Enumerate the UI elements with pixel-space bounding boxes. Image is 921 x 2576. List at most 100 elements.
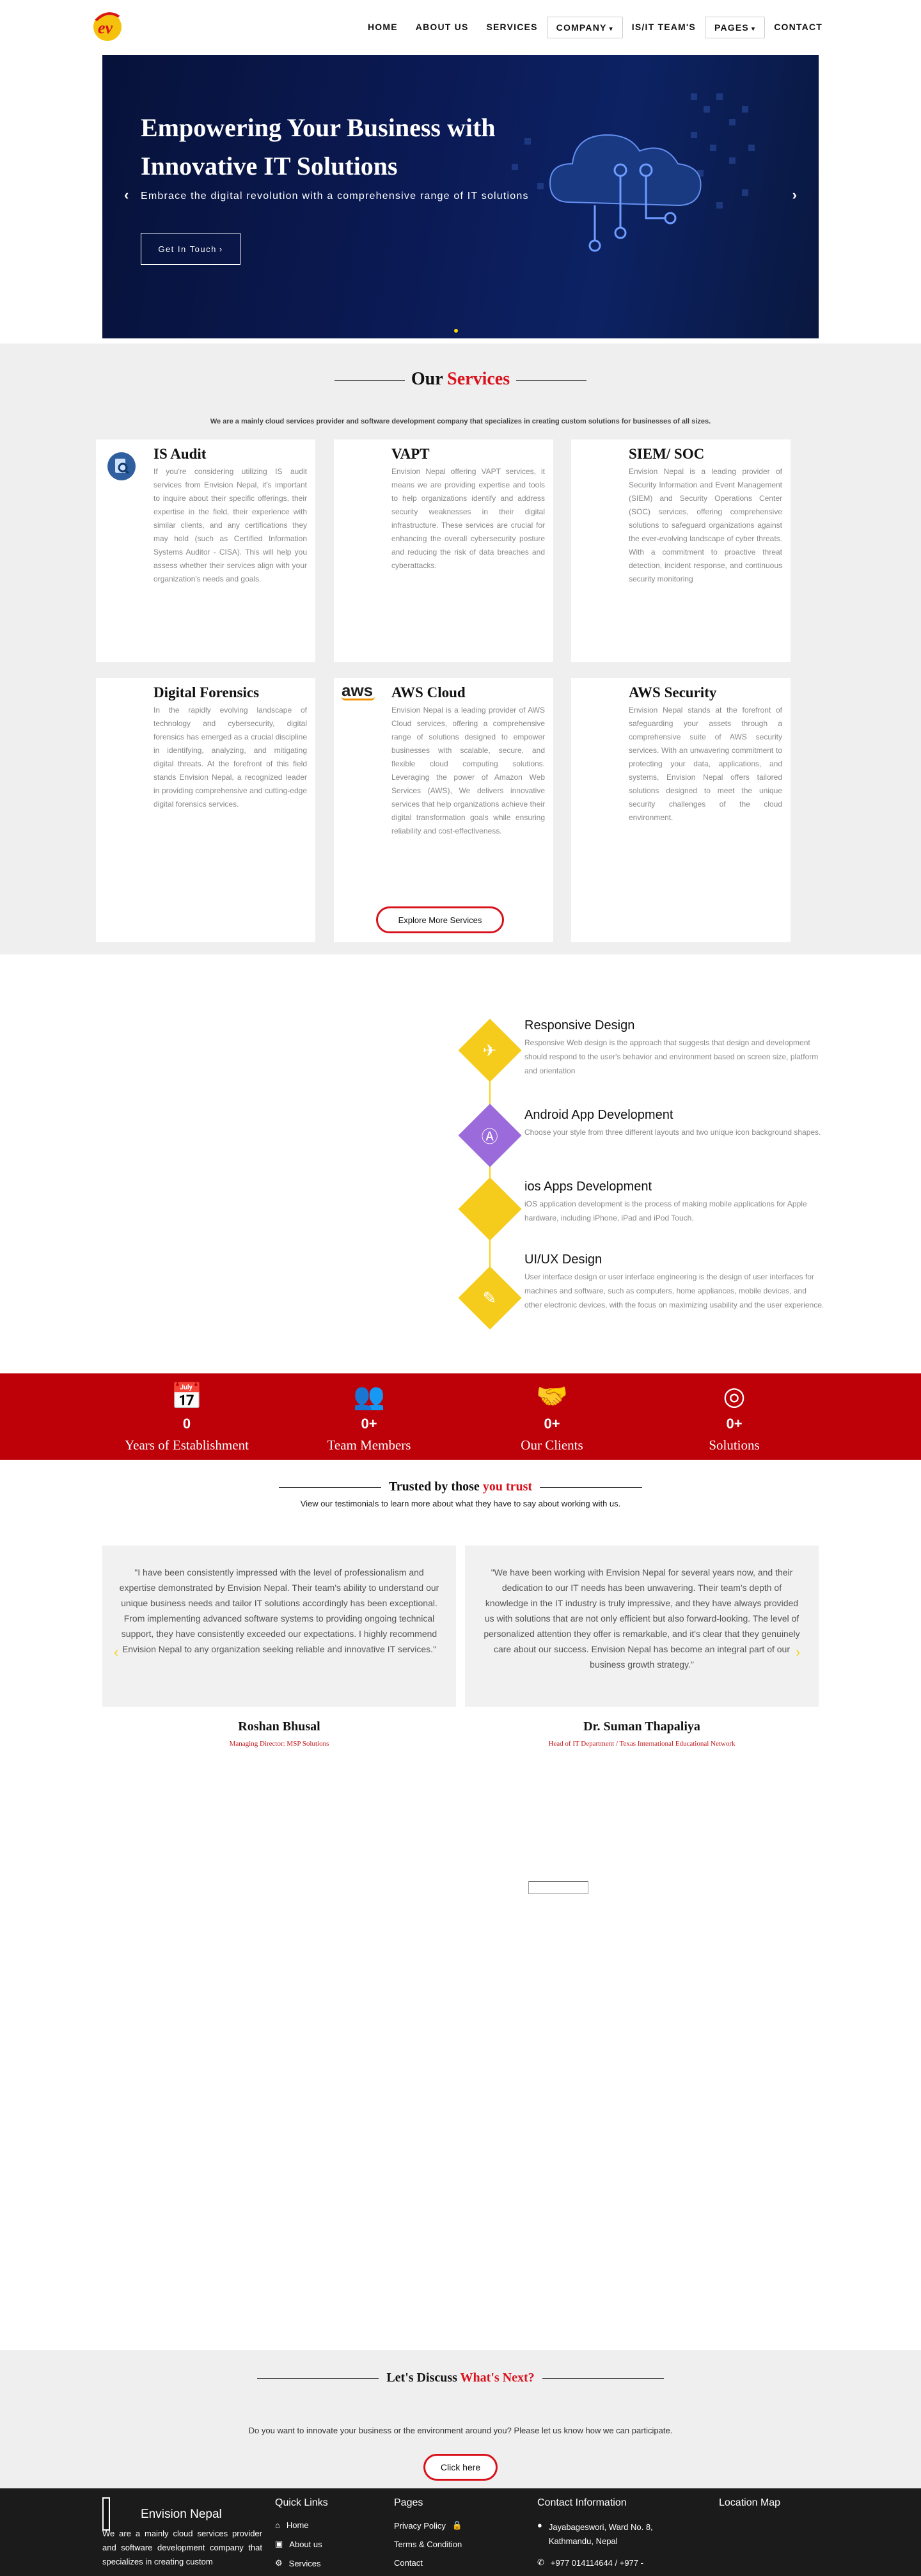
service-title: Digital Forensics (154, 684, 260, 700)
brush-icon: ✎ (483, 1288, 497, 1308)
nav-about-us[interactable]: ABOUT US (407, 17, 478, 38)
footer-heading: Pages (394, 2497, 423, 2508)
broken-image-placeholder (528, 1881, 588, 1894)
stat-value: 0+ (544, 1416, 560, 1432)
nav-services[interactable]: SERVICES (477, 17, 546, 38)
feature-diamond: ✈ (458, 1018, 522, 1082)
lets-discuss-text: Do you want to innovate your business or… (248, 2426, 673, 2435)
service-card-aws-cloud[interactable]: aws AWS Cloud Envision Nepal is a leadin… (334, 678, 553, 942)
chevron-down-icon: ▾ (751, 26, 756, 33)
testimonials-subtitle: View our testimonials to learn more abou… (300, 1499, 621, 1508)
lets-discuss-heading: Let's Discuss What's Next? (0, 2371, 921, 2385)
stat-label: Solutions (709, 1437, 760, 1453)
footer-link-contact[interactable]: Contact (394, 2558, 462, 2568)
testimonial-prev-icon[interactable]: ‹ (114, 1644, 118, 1661)
service-text: In the rapidly evolving landscape of tec… (154, 706, 307, 809)
nav-contact[interactable]: CONTACT (765, 17, 831, 38)
footer-phone[interactable]: ✆ +977 014114644 / +977 - (537, 2557, 672, 2568)
service-text: If you're considering utilizing IS audit… (154, 467, 307, 583)
hero-subtitle: Embrace the digital revolution with a co… (141, 191, 529, 201)
feature-text: User interface design or user interface … (524, 1272, 824, 1309)
feature-android-app: Android App Development Choose your styl… (524, 1108, 825, 1139)
service-card-vapt[interactable]: VAPT Envision Nepal offering VAPT servic… (334, 439, 553, 662)
click-here-button[interactable]: Click here (423, 2454, 498, 2481)
nav-is-it-teams[interactable]: IS/IT TEAM'S (623, 17, 705, 38)
testimonial-role: Head of IT Department / Texas Internatio… (548, 1740, 736, 1748)
location-pin-icon: ● (537, 2520, 542, 2530)
feature-diamond: Ⓐ (458, 1103, 522, 1167)
target-icon: ◎ (723, 1382, 746, 1410)
testimonial-name: Roshan Bhusal (238, 1719, 320, 1734)
stat-clients: 🤝 0+ Our Clients (488, 1380, 616, 1453)
top-navbar: ev HOME ABOUT US SERVICES COMPANY ▾ IS/IT… (0, 0, 921, 51)
service-card-aws-security[interactable]: AWS Security Envision Nepal stands at th… (571, 678, 791, 942)
testimonial-name: Dr. Suman Thapaliya (583, 1719, 700, 1734)
nav-home[interactable]: HOME (359, 17, 407, 38)
footer-heading: Contact Information (537, 2497, 627, 2508)
slider-prev-icon[interactable]: ‹ (124, 187, 129, 203)
aws-logo-icon: aws (342, 681, 375, 700)
service-text: Envision Nepal is a leading provider of … (391, 706, 545, 835)
footer-map: Location Map (719, 2497, 780, 2520)
calendar-icon: 📅 (171, 1382, 203, 1410)
get-in-touch-button[interactable]: Get In Touch › (141, 233, 240, 265)
phone-icon: ✆ (537, 2557, 544, 2567)
nav-company[interactable]: COMPANY ▾ (546, 17, 623, 38)
footer-link-terms[interactable]: Terms & Condition (394, 2540, 462, 2549)
service-text: Envision Nepal offering VAPT services, i… (391, 467, 545, 570)
rocket-icon: ✈ (483, 1040, 497, 1060)
handshake-icon: 🤝 (536, 1382, 568, 1410)
footer-heading: Location Map (719, 2497, 781, 2508)
app-store-icon: Ⓐ (481, 1126, 499, 1146)
footer-logo (102, 2497, 110, 2531)
lock-icon: 🔒 (452, 2520, 463, 2530)
footer-brand: Envision Nepal We are a mainly cloud ser… (102, 2497, 262, 2569)
slider-dot-active[interactable] (454, 329, 458, 333)
slider-next-icon[interactable]: › (792, 187, 797, 203)
envision-logo[interactable]: ev (90, 8, 125, 43)
footer-heading: Quick Links (275, 2497, 328, 2508)
stat-label: Team Members (327, 1437, 411, 1453)
service-title: IS Audit (154, 446, 207, 462)
stat-team: 👥 0+ Team Members (305, 1380, 433, 1453)
stat-label: Our Clients (521, 1437, 583, 1453)
service-title: SIEM/ SOC (629, 446, 705, 462)
info-icon: ▣ (275, 2539, 283, 2548)
service-title: VAPT (391, 446, 430, 462)
services-description: We are a mainly cloud services provider … (210, 418, 711, 425)
testimonial-quote: "We have been working with Envision Nepa… (484, 1567, 800, 1670)
service-card-is-audit[interactable]: IS Audit If you're considering utilizing… (96, 439, 315, 662)
service-title: AWS Cloud (391, 684, 466, 700)
feature-text: Responsive Web design is the approach th… (524, 1038, 819, 1075)
feature-title: ios Apps Development (524, 1180, 652, 1194)
services-heading: Our Services (0, 369, 921, 390)
feature-ui-ux-design: UI/UX Design User interface design or us… (524, 1252, 825, 1312)
footer-pages: Pages Privacy Policy 🔒 Terms & Condition … (394, 2497, 462, 2576)
nav-pages[interactable]: PAGES ▾ (704, 17, 766, 38)
feature-title: Android App Development (524, 1108, 673, 1122)
stat-solutions: ◎ 0+ Solutions (670, 1380, 798, 1453)
footer-link-services[interactable]: ⚙ Services (275, 2558, 328, 2568)
feature-title: UI/UX Design (524, 1252, 602, 1267)
service-text: Envision Nepal is a leading provider of … (629, 467, 782, 583)
footer-link-privacy[interactable]: Privacy Policy 🔒 (394, 2520, 462, 2531)
main-menu: HOME ABOUT US SERVICES COMPANY ▾ IS/IT TE… (359, 17, 831, 38)
explore-more-services-button[interactable]: Explore More Services (376, 906, 504, 933)
users-icon: 👥 (353, 1382, 385, 1410)
service-card-digital-forensics[interactable]: Digital Forensics In the rapidly evolvin… (96, 678, 315, 942)
testimonial-next-icon[interactable]: › (796, 1644, 800, 1661)
testimonial-card: "I have been consistently impressed with… (102, 1545, 456, 1707)
features-section: ✈ Responsive Design Responsive Web desig… (0, 954, 921, 1373)
footer-link-about[interactable]: ▣ About us (275, 2539, 328, 2549)
testimonials-heading: Trusted by those you trust (0, 1480, 921, 1494)
service-card-siem-soc[interactable]: SIEM/ SOC Envision Nepal is a leading pr… (571, 439, 791, 662)
testimonial-quote: "I have been consistently impressed with… (119, 1567, 439, 1654)
testimonial-role: Managing Director: MSP Solutions (229, 1740, 329, 1748)
footer-quick-links: Quick Links ⌂ Home ▣ About us ⚙ Services (275, 2497, 328, 2576)
stat-years: 📅 0 Years of Establishment (123, 1380, 251, 1453)
footer-link-home[interactable]: ⌂ Home (275, 2520, 328, 2530)
feature-title: Responsive Design (524, 1018, 635, 1032)
services-section: Our Services We are a mainly cloud servi… (0, 344, 921, 954)
footer-brand-text: We are a mainly cloud services provider … (102, 2529, 262, 2566)
audit-search-icon (107, 452, 136, 480)
